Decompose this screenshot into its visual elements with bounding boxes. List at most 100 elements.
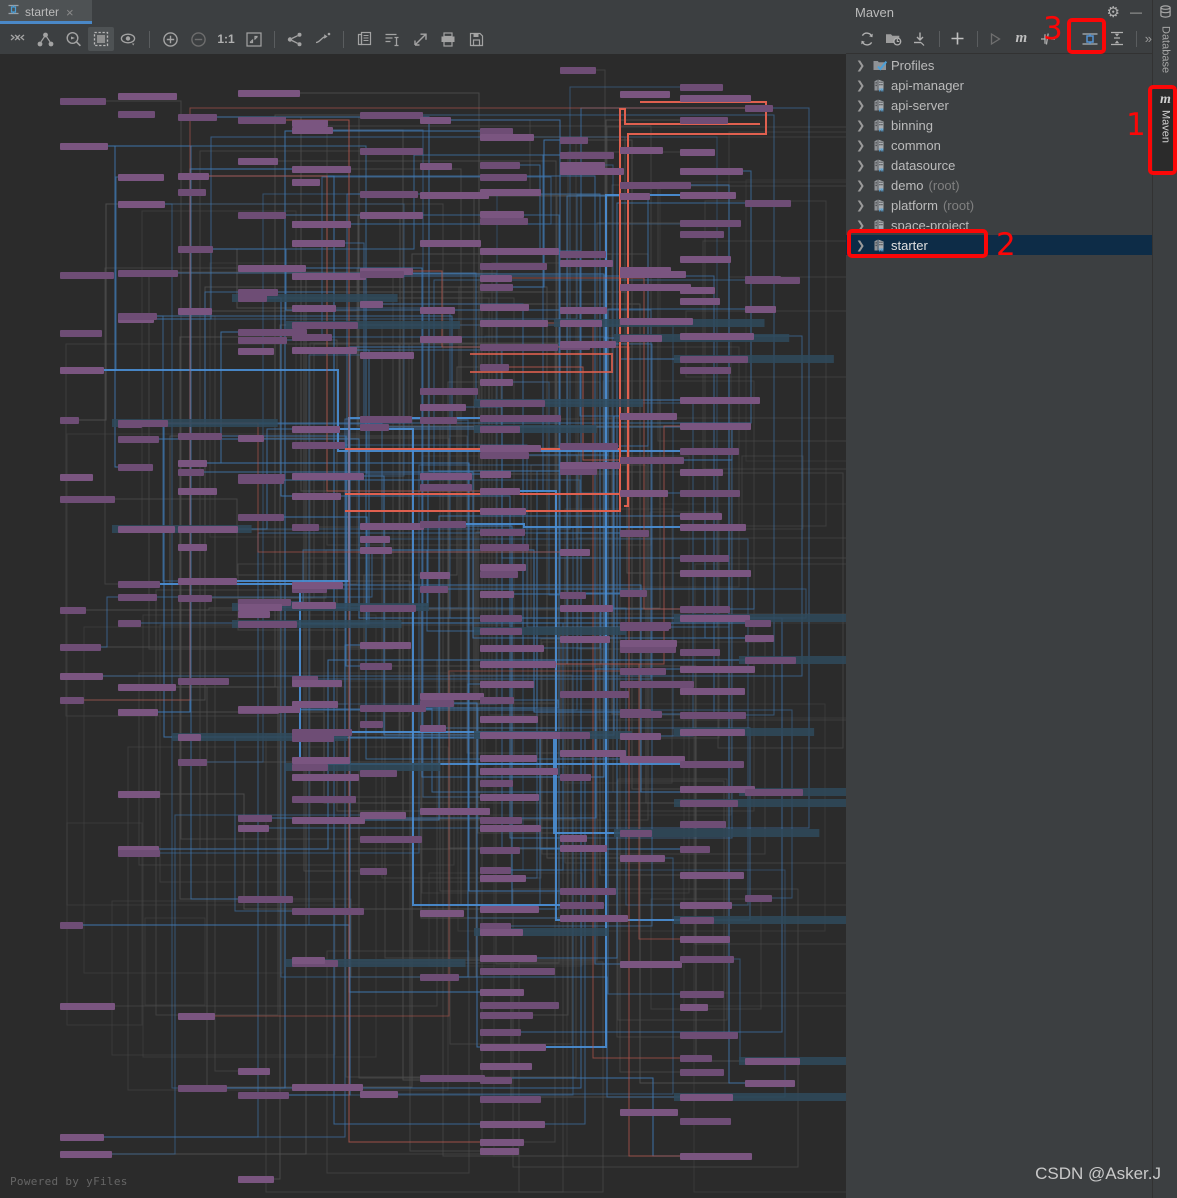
maven-projects-tree[interactable]: ❯ Profiles ❯ m api-manager ❯ m api-server ❯ m binn… (846, 55, 1152, 1198)
toggle-skip-tests-icon[interactable] (1036, 27, 1060, 51)
chevron-right-icon[interactable]: ❯ (856, 199, 873, 212)
maven-tree-item-suffix: (root) (928, 177, 960, 193)
maven-tree-item-common[interactable]: ❯ m common (846, 135, 1152, 155)
svg-text:m: m (879, 106, 884, 112)
gear-icon[interactable]: ⚙ (1107, 5, 1120, 20)
chevron-right-icon[interactable]: ❯ (856, 219, 873, 232)
generate-sources-icon[interactable] (881, 27, 905, 51)
maven-tree-item-suffix: (root) (942, 197, 975, 213)
more-actions-icon[interactable]: » (1145, 31, 1152, 46)
maven-tree-item-Profiles[interactable]: ❯ Profiles (846, 55, 1152, 75)
svg-text:m: m (879, 146, 884, 152)
chevron-right-icon[interactable]: ❯ (856, 59, 873, 72)
chevron-right-icon[interactable]: ❯ (856, 139, 873, 152)
maven-module-icon: m (873, 238, 891, 252)
add-maven-project-icon[interactable] (945, 27, 969, 51)
dependency-graph (60, 67, 846, 1193)
execute-goal-label: m (1015, 30, 1028, 46)
minimize-icon[interactable]: — (1130, 6, 1142, 18)
zoom-out-icon[interactable] (185, 27, 211, 51)
svg-text:m: m (879, 226, 884, 232)
maven-module-icon: m (873, 138, 891, 152)
maven-toolbar: m » (846, 24, 1152, 54)
maven-tree-item-binning[interactable]: ❯ m binning (846, 115, 1152, 135)
maven-tree-item-api-manager[interactable]: ❯ m api-manager (846, 75, 1152, 95)
maven-tree-item-label: Profiles (891, 57, 935, 73)
maven-m-icon: m (1160, 92, 1171, 107)
jump-to-node-icon[interactable] (310, 27, 336, 51)
maven-tree-item-label: common (891, 137, 941, 153)
close-icon[interactable]: × (66, 6, 74, 19)
tool-window-button-maven[interactable]: m Maven (1153, 88, 1177, 172)
tool-window-button-maven-label: Maven (1159, 110, 1172, 144)
reload-projects-icon[interactable] (855, 27, 879, 51)
export-save-icon[interactable] (463, 27, 489, 51)
toolbar-separator (274, 30, 275, 48)
collapse-all-icon[interactable] (1104, 27, 1128, 51)
svg-text:m: m (879, 186, 884, 192)
maven-tree-item-label: platform (891, 197, 938, 213)
chevron-right-icon[interactable]: ❯ (856, 99, 873, 112)
maven-tree-item-label: starter (891, 237, 928, 253)
dependency-diagram-icon (7, 3, 20, 21)
maven-module-icon: m (873, 158, 891, 172)
editor-tab-strip: starter × (0, 0, 846, 24)
maven-tree-item-api-server[interactable]: ❯ m api-server (846, 95, 1152, 115)
database-icon (1159, 5, 1172, 23)
maven-title: Maven (855, 4, 895, 20)
fit-content-icon[interactable] (241, 27, 267, 51)
maven-tree-item-datasource[interactable]: ❯ m datasource (846, 155, 1152, 175)
maven-tree-item-platform[interactable]: ❯ m platform (root) (846, 195, 1152, 215)
profiles-icon (873, 59, 891, 72)
visibility-eye-icon[interactable] (116, 27, 142, 51)
maven-module-icon: m (873, 118, 891, 132)
toolbar-separator (1135, 30, 1137, 47)
maven-tree-item-label: api-manager (891, 77, 964, 93)
maven-tree-item-demo[interactable]: ❯ m demo (root) (846, 175, 1152, 195)
toolbar-separator (343, 30, 344, 48)
maven-tree-item-label: space-project (891, 217, 970, 233)
diagram-toolbar: 1:1 (0, 24, 846, 54)
watermark: CSDN @Asker.J (1035, 1164, 1161, 1183)
chevron-right-icon[interactable]: ❯ (856, 239, 873, 252)
svg-text:m: m (879, 246, 884, 252)
show-dependencies-icon[interactable] (1078, 27, 1102, 51)
actual-size-icon[interactable]: 1:1 (213, 27, 239, 51)
maven-tree-item-label: api-server (891, 97, 949, 113)
dependency-graph-canvas[interactable]: Powered by yFiles (0, 54, 846, 1198)
chevron-right-icon[interactable]: ❯ (856, 159, 873, 172)
maven-tree-item-label: demo (891, 177, 924, 193)
tool-window-button-database[interactable]: Database (1153, 0, 1177, 86)
find-node-icon[interactable] (60, 27, 86, 51)
copy-icon[interactable] (351, 27, 377, 51)
execute-goal-icon[interactable]: m (1009, 27, 1033, 51)
maven-tree-item-space-project[interactable]: ❯ m space-project (846, 215, 1152, 235)
svg-text:m: m (879, 126, 884, 132)
maven-tree-item-label: datasource (891, 157, 956, 173)
node-hierarchy-icon[interactable] (32, 27, 58, 51)
maven-tool-window: Maven ⚙ — m » ❯ Profiles ❯ m api-manager… (846, 0, 1152, 1198)
run-icon[interactable] (983, 27, 1007, 51)
maven-module-icon: m (873, 98, 891, 112)
tool-window-button-database-label: Database (1159, 26, 1172, 74)
chevron-right-icon[interactable]: ❯ (856, 119, 873, 132)
right-tool-window-stripe: Database m Maven (1152, 0, 1177, 1198)
maven-header: Maven ⚙ — (846, 0, 1152, 24)
svg-text:m: m (879, 206, 884, 212)
expand-collapse-all-icon[interactable] (4, 27, 30, 51)
open-externally-icon[interactable] (407, 27, 433, 51)
select-region-icon[interactable] (88, 27, 114, 51)
chevron-right-icon[interactable]: ❯ (856, 179, 873, 192)
actual-size-label: 1:1 (217, 32, 235, 46)
show-structure-icon[interactable] (379, 27, 405, 51)
maven-module-icon: m (873, 178, 891, 192)
zoom-in-icon[interactable] (157, 27, 183, 51)
layout-graph-icon[interactable] (282, 27, 308, 51)
print-icon[interactable] (435, 27, 461, 51)
download-sources-icon[interactable] (908, 27, 932, 51)
chevron-right-icon[interactable]: ❯ (856, 79, 873, 92)
editor-tab-label: starter (25, 5, 60, 19)
maven-tree-item-starter[interactable]: ❯ m starter (846, 235, 1152, 255)
svg-text:m: m (879, 86, 884, 92)
maven-module-icon: m (873, 198, 891, 212)
